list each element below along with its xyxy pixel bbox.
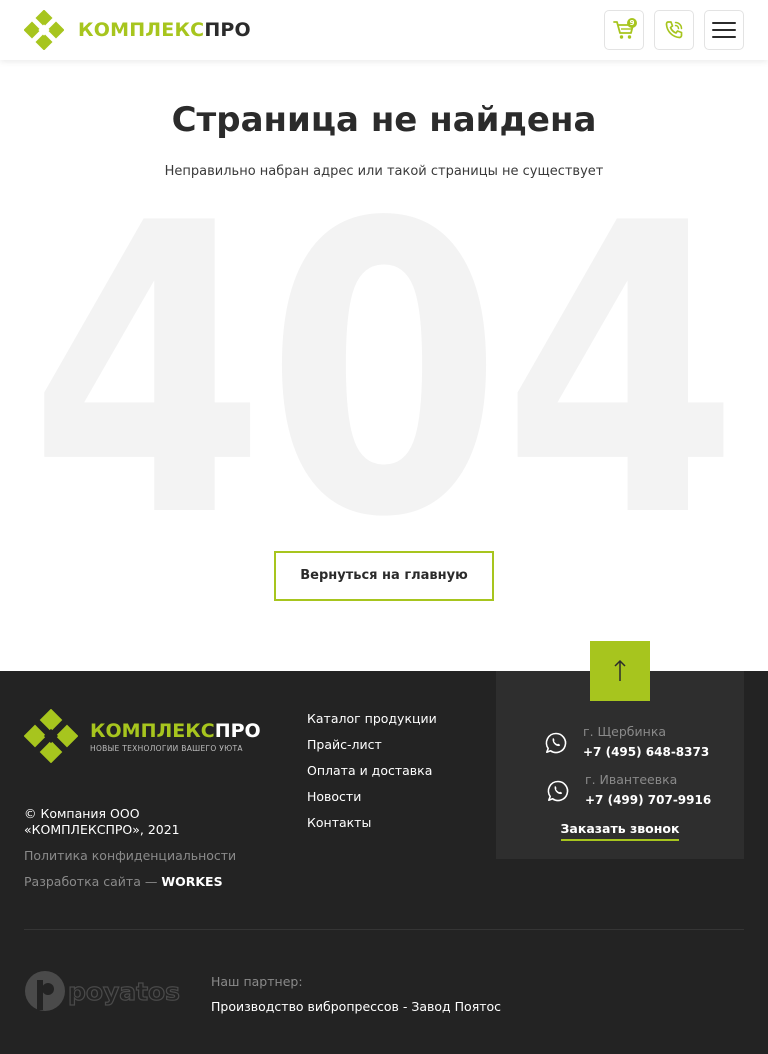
footer-logo-mark-icon (24, 709, 78, 763)
contact-phone-link[interactable]: +7 (495) 648-8373 (583, 743, 709, 761)
site-logo[interactable]: КОМПЛЕКСПРО (24, 10, 251, 50)
whatsapp-icon[interactable] (544, 731, 568, 755)
footer-menu-payment-delivery[interactable]: Оплата и доставка (307, 763, 437, 789)
privacy-policy-link[interactable]: Политика конфиденциальности (24, 848, 236, 863)
developer-prefix: Разработка сайта — (24, 874, 162, 889)
footer-menu-contacts[interactable]: Контакты (307, 815, 437, 841)
page-subtitle: Неправильно набран адрес или такой стран… (164, 164, 604, 179)
cart-count-badge: 9 (627, 18, 637, 28)
menu-button[interactable] (704, 10, 744, 50)
logo-mark-icon (24, 10, 64, 50)
logo-part1: КОМПЛЕКС (78, 19, 205, 41)
logo-part2: ПРО (204, 19, 251, 41)
whatsapp-icon[interactable] (546, 779, 570, 803)
developer-link[interactable]: WORKES (161, 874, 222, 889)
back-home-button[interactable]: Вернуться на главную (274, 551, 494, 601)
error-code-text: 404 (29, 195, 739, 535)
footer-logo-tagline: НОВЫЕ ТЕХНОЛОГИИ ВАШЕГО УЮТА (90, 743, 243, 753)
contact-shcherbinka: г. Щербинка +7 (495) 648-8373 (544, 724, 709, 761)
footer-logo-part2: ПРО (214, 719, 261, 742)
developer-credit: Разработка сайта — WORKES (24, 874, 223, 889)
footer-menu-catalog[interactable]: Каталог продукции (307, 711, 437, 737)
contact-city: г. Ивантеевка (585, 772, 678, 787)
footer-divider (24, 929, 744, 930)
cart-button[interactable]: 9 (604, 10, 644, 50)
partner-logo-text: poyatos (68, 978, 180, 1006)
partner-link[interactable]: Производство вибропрессов - Завод Поятос (211, 999, 501, 1014)
footer-logo-text: КОМПЛЕКСПРО НОВЫЕ ТЕХНОЛОГИИ ВАШЕГО УЮТА (90, 720, 261, 753)
logo-text: КОМПЛЕКСПРО (78, 19, 251, 41)
page-title: Страница не найдена (171, 100, 597, 140)
phone-icon (665, 21, 683, 39)
error-code-graphic: 404 (29, 195, 739, 535)
footer-menu-price-list[interactable]: Прайс-лист (307, 737, 437, 763)
footer-menu-news[interactable]: Новости (307, 789, 437, 815)
contact-ivanteevka: г. Ивантеевка +7 (499) 707-9916 (546, 772, 711, 809)
partner-logo[interactable]: poyatos (24, 970, 184, 1014)
footer-logo-part1: КОМПЛЕКС (90, 719, 215, 742)
phone-button[interactable] (654, 10, 694, 50)
copyright-text: © Компания ООО «КОМПЛЕКСПРО», 2021 (24, 806, 180, 837)
request-callback-link[interactable]: Заказать звонок (560, 821, 680, 841)
callback-wrapper: Заказать звонок (496, 818, 744, 841)
partner-label: Наш партнер: (211, 974, 303, 989)
site-footer: КОМПЛЕКСПРО НОВЫЕ ТЕХНОЛОГИИ ВАШЕГО УЮТА… (0, 671, 768, 1054)
contact-phone-link[interactable]: +7 (499) 707-9916 (585, 791, 711, 809)
menu-icon (712, 17, 736, 43)
contact-city: г. Щербинка (583, 724, 667, 739)
footer-menu: Каталог продукции Прайс-лист Оплата и до… (307, 711, 437, 841)
site-header: КОМПЛЕКСПРО 9 (0, 0, 768, 60)
arrow-up-icon (614, 659, 626, 681)
scroll-top-button[interactable] (590, 641, 650, 701)
footer-logo[interactable]: КОМПЛЕКСПРО НОВЫЕ ТЕХНОЛОГИИ ВАШЕГО УЮТА (24, 709, 261, 763)
